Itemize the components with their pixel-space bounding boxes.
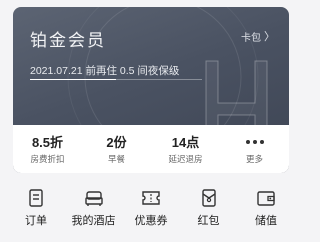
retention-progress-text: 2021.07.21 前再住 0.5 间夜保级 xyxy=(30,65,180,77)
perk-late-checkout[interactable]: 14点 延迟退房 xyxy=(156,134,216,165)
perk-breakfast[interactable]: 2份 早餐 xyxy=(87,134,147,165)
nav-my-hotels[interactable]: 我的酒店 xyxy=(68,189,120,237)
perk-label: 早餐 xyxy=(107,153,125,164)
wallet-label: 卡包 xyxy=(241,32,261,44)
perk-more[interactable]: 更多 xyxy=(225,134,285,165)
bed-icon xyxy=(84,191,103,206)
order-icon xyxy=(29,189,43,207)
retention-progress-bar xyxy=(30,79,202,80)
retention-progress-fill xyxy=(30,79,116,80)
nav-stored-value[interactable]: 储值 xyxy=(240,189,292,237)
perk-label: 延迟退房 xyxy=(168,153,203,164)
red-envelope-icon xyxy=(201,189,216,207)
quick-nav: 订单 我的酒店 优惠券 红包 储值 xyxy=(10,189,292,237)
perk-value: 8.5折 xyxy=(31,134,64,150)
nav-label: 储值 xyxy=(255,215,277,227)
nav-orders[interactable]: 订单 xyxy=(10,189,62,237)
perks-bar: 8.5折 房费折扣 2份 早餐 14点 延迟退房 更多 xyxy=(13,125,289,173)
perk-value: 14点 xyxy=(171,134,200,150)
perk-label: 房费折扣 xyxy=(30,153,65,164)
nav-red-envelope[interactable]: 红包 xyxy=(183,189,235,237)
membership-title: 铂金会员 xyxy=(30,31,106,50)
nav-label: 订单 xyxy=(25,215,47,227)
wallet-icon xyxy=(257,191,275,206)
nav-label: 优惠券 xyxy=(134,215,168,227)
nav-coupons[interactable]: 优惠券 xyxy=(125,189,177,237)
coupon-icon xyxy=(142,191,160,205)
chevron-right-icon: 〉 xyxy=(264,31,275,43)
perk-value: 2份 xyxy=(106,134,127,150)
nav-label: 红包 xyxy=(197,215,220,227)
wallet-link[interactable]: 卡包 〉 xyxy=(241,28,275,44)
perk-label: 更多 xyxy=(245,153,263,164)
membership-card[interactable]: 铂金会员 卡包 〉 2021.07.21 前再住 0.5 间夜保级 8.5折 房… xyxy=(13,7,289,173)
nav-label: 我的酒店 xyxy=(71,215,116,227)
perk-discount[interactable]: 8.5折 房费折扣 xyxy=(18,134,78,165)
more-dots-icon xyxy=(225,134,285,151)
